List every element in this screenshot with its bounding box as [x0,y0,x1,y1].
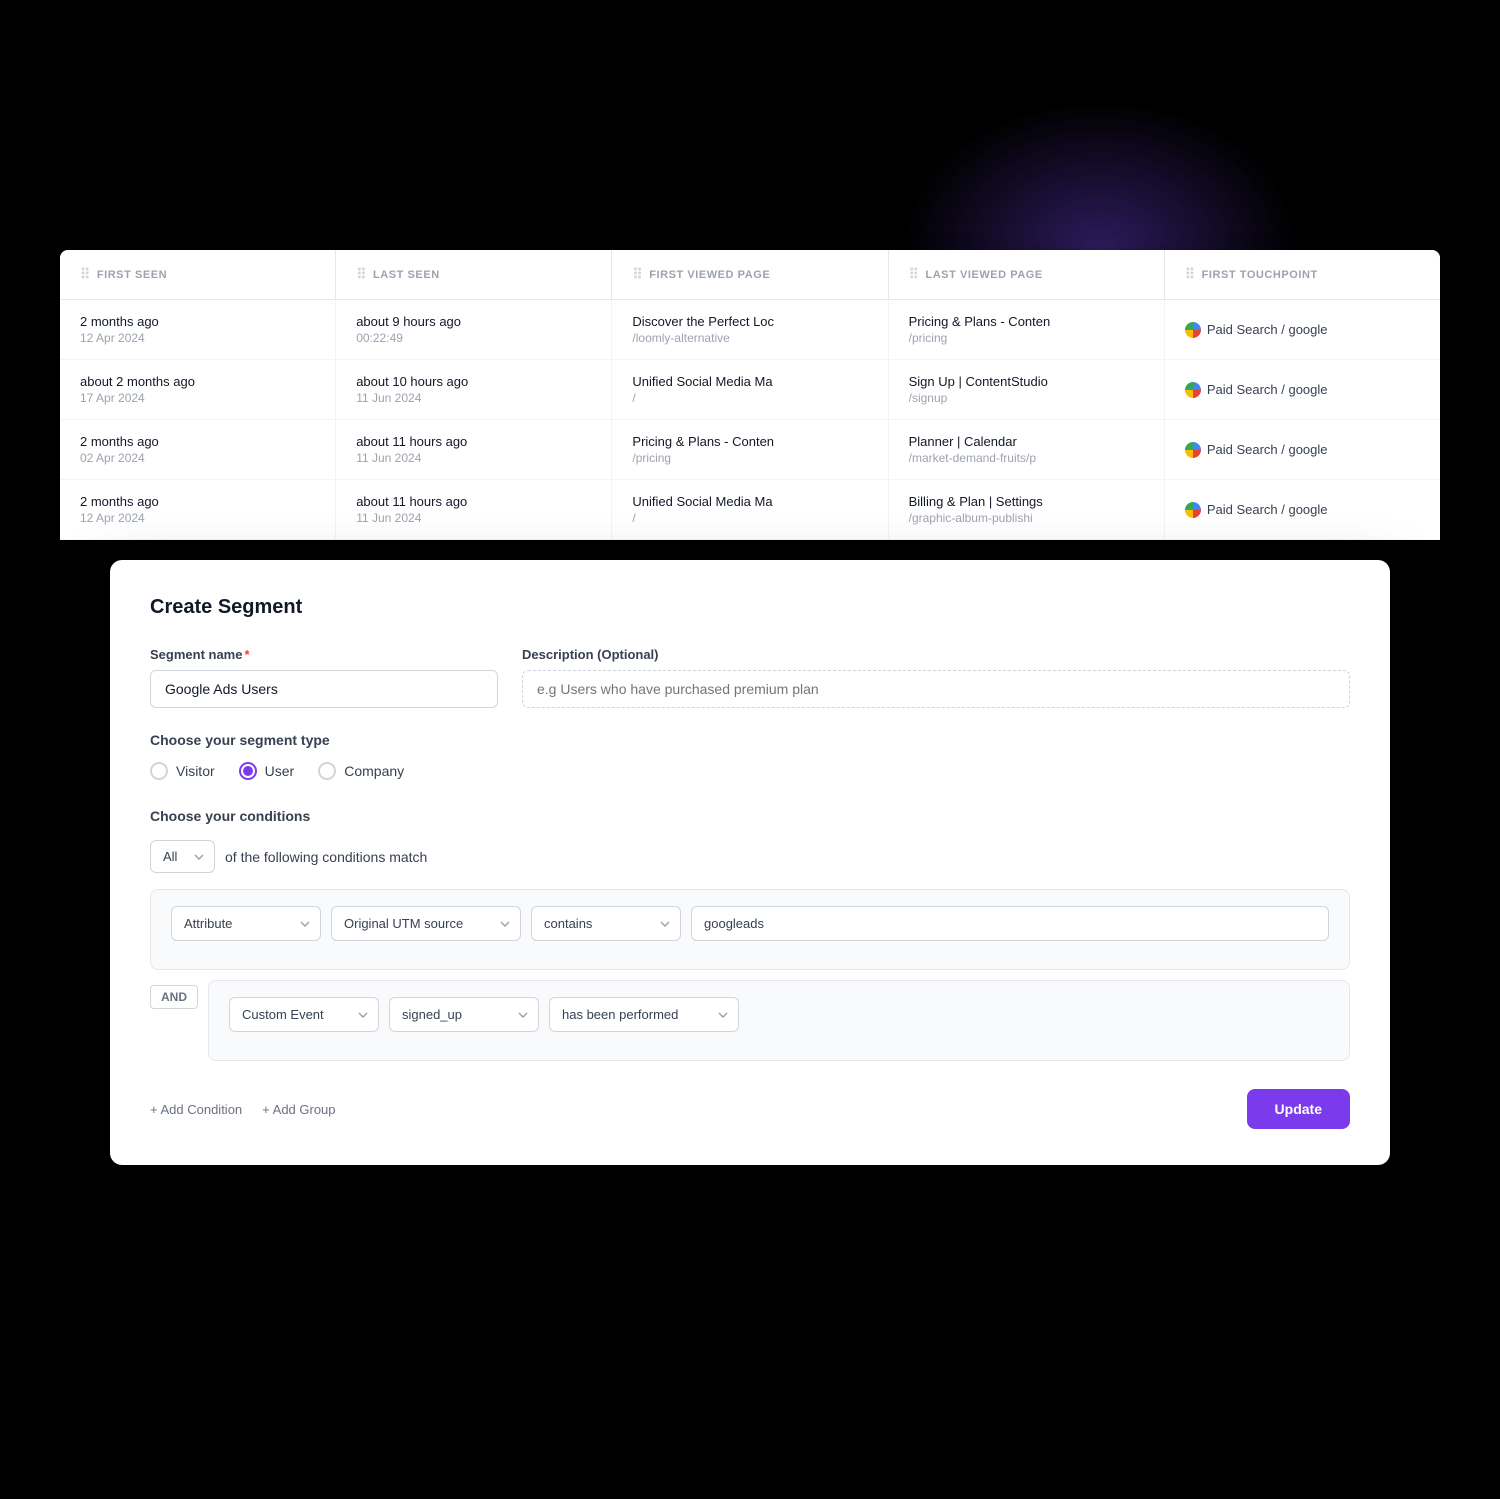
cell-first-seen: 2 months ago 02 Apr 2024 [60,420,336,479]
radio-company[interactable]: Company [318,762,404,780]
radio-visitor-button[interactable] [150,762,168,780]
radio-company-label: Company [344,763,404,779]
add-group-link[interactable]: + Add Group [262,1102,335,1117]
match-suffix-text: of the following conditions match [225,849,427,865]
cell-touchpoint: Paid Search / google [1165,420,1440,479]
condition-type-select-1[interactable]: Attribute Custom Event [171,906,321,941]
cell-last-viewed: Billing & Plan | Settings /graphic-album… [889,480,1165,539]
grip-icon: ⠿ [1185,266,1196,283]
cell-touchpoint: Paid Search / google [1165,300,1440,359]
th-last-viewed-page: ⠿ LAST VIEWED PAGE [889,250,1165,299]
segment-name-label: Segment name* [150,647,498,662]
condition-operator-select-2[interactable]: has been performed has not been performe… [549,997,739,1032]
cell-touchpoint: Paid Search / google [1165,480,1440,539]
condition-row-1: Attribute Custom Event Original UTM sour… [171,906,1329,941]
table-row[interactable]: 2 months ago 12 Apr 2024 about 9 hours a… [60,300,1440,360]
condition-field-select-2[interactable]: signed_up page_viewed clicked [389,997,539,1032]
google-icon [1185,382,1201,398]
grip-icon: ⠿ [356,266,367,283]
google-icon [1185,502,1201,518]
segment-type-label: Choose your segment type [150,732,1350,748]
th-first-viewed-page: ⠿ FIRST VIEWED PAGE [612,250,888,299]
add-actions: + Add Condition + Add Group [150,1102,336,1117]
cell-first-seen: about 2 months ago 17 Apr 2024 [60,360,336,419]
cell-last-seen: about 9 hours ago 00:22:49 [336,300,612,359]
cell-first-viewed: Pricing & Plans - Conten /pricing [612,420,888,479]
cell-touchpoint: Paid Search / google [1165,360,1440,419]
segment-type-radio-group: Visitor User Company [150,762,1350,780]
description-group: Description (Optional) [522,647,1350,708]
update-button[interactable]: Update [1247,1089,1350,1129]
grip-icon: ⠿ [909,266,920,283]
radio-user-label: User [265,763,295,779]
cell-first-viewed: Unified Social Media Ma / [612,360,888,419]
cell-last-viewed: Pricing & Plans - Conten /pricing [889,300,1165,359]
add-condition-link[interactable]: + Add Condition [150,1102,242,1117]
th-first-seen: ⠿ FIRST SEEN [60,250,336,299]
table-header: ⠿ FIRST SEEN ⠿ LAST SEEN ⠿ FIRST VIEWED … [60,250,1440,300]
cell-last-seen: about 11 hours ago 11 Jun 2024 [336,420,612,479]
condition-row-2: Attribute Custom Event signed_up page_vi… [229,997,1329,1032]
description-label: Description (Optional) [522,647,1350,662]
radio-user-button[interactable] [239,762,257,780]
modal-footer: + Add Condition + Add Group Update [150,1089,1350,1129]
conditions-match-row: All Any of the following conditions matc… [150,840,1350,873]
radio-company-button[interactable] [318,762,336,780]
radio-user-indicator [243,766,253,776]
condition-field-select-1[interactable]: Original UTM source UTM medium UTM campa… [331,906,521,941]
description-input[interactable] [522,670,1350,708]
table-row[interactable]: 2 months ago 02 Apr 2024 about 11 hours … [60,420,1440,480]
cell-last-viewed: Sign Up | ContentStudio /signup [889,360,1165,419]
condition-group-2: Attribute Custom Event signed_up page_vi… [208,980,1350,1061]
create-segment-modal: Create Segment Segment name* Description… [110,560,1390,1165]
google-icon [1185,442,1201,458]
conditions-header: Choose your conditions [150,808,1350,824]
radio-user[interactable]: User [239,762,295,780]
google-icon [1185,322,1201,338]
table-container: ⠿ FIRST SEEN ⠿ LAST SEEN ⠿ FIRST VIEWED … [60,250,1440,540]
cell-last-viewed: Planner | Calendar /market-demand-fruits… [889,420,1165,479]
grip-icon: ⠿ [632,266,643,283]
and-badge: AND [150,985,198,1009]
condition-group-1: Attribute Custom Event Original UTM sour… [150,889,1350,970]
cell-first-viewed: Unified Social Media Ma / [612,480,888,539]
cell-last-seen: about 11 hours ago 11 Jun 2024 [336,480,612,539]
modal-title: Create Segment [150,596,1350,619]
cell-last-seen: about 10 hours ago 11 Jun 2024 [336,360,612,419]
segment-name-input[interactable] [150,670,498,708]
segment-name-group: Segment name* [150,647,498,708]
table-row[interactable]: 2 months ago 12 Apr 2024 about 11 hours … [60,480,1440,540]
cell-first-viewed: Discover the Perfect Loc /loomly-alterna… [612,300,888,359]
cell-first-seen: 2 months ago 12 Apr 2024 [60,300,336,359]
grip-icon: ⠿ [80,266,91,283]
th-first-touchpoint: ⠿ FIRST TOUCHPOINT [1165,250,1440,299]
condition-type-select-2[interactable]: Attribute Custom Event [229,997,379,1032]
radio-visitor-label: Visitor [176,763,215,779]
cell-first-seen: 2 months ago 12 Apr 2024 [60,480,336,539]
condition-value-input-1[interactable] [691,906,1329,941]
match-select[interactable]: All Any [150,840,215,873]
table-row[interactable]: about 2 months ago 17 Apr 2024 about 10 … [60,360,1440,420]
th-last-seen: ⠿ LAST SEEN [336,250,612,299]
radio-visitor[interactable]: Visitor [150,762,215,780]
condition-operator-select-1[interactable]: contains equals starts with [531,906,681,941]
